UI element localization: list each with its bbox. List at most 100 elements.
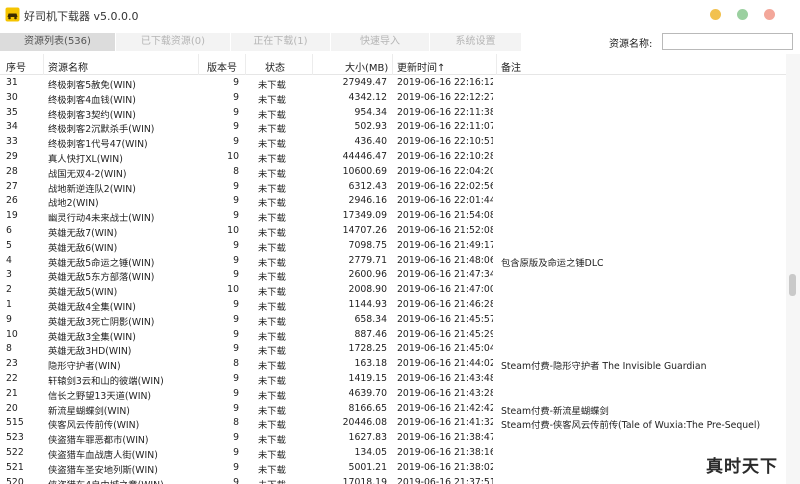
column-header-name[interactable]: 资源名称 [48, 59, 88, 74]
table-row[interactable]: 26 战地2(WIN) 9 未下载 2946.16 2019-06-16 22:01:44 [0, 194, 786, 209]
column-divider [245, 54, 246, 75]
cell-status: 未下载 [258, 168, 286, 180]
resource-table: 序号 资源名称 版本号 状态 大小(MB) 更新时间↑ 备注 31 终极刺客5赦免… [0, 54, 786, 484]
tab-downloading[interactable]: 正在下载(1) [231, 33, 331, 51]
cell-version: 10 [227, 284, 239, 296]
maximize-button[interactable] [737, 9, 748, 20]
cell-version: 9 [233, 195, 239, 207]
table-row[interactable]: 34 终极刺客2沉默杀手(WIN) 9 未下载 502.93 2019-06-16 22:… [0, 120, 786, 135]
cell-version: 9 [233, 136, 239, 148]
cell-id: 30 [6, 91, 18, 103]
cell-name: 新流星蝴蝶剑(WIN) [48, 405, 130, 417]
table-row[interactable]: 21 信长之野望13天道(WIN) 9 未下载 4639.70 2019-06-16 21… [0, 387, 786, 402]
cell-updated: 2019-06-16 22:12:27 [397, 91, 493, 103]
column-header-version[interactable]: 版本号 [207, 59, 237, 74]
cell-name: 终极刺客4血钱(WIN) [48, 94, 136, 106]
table-row[interactable]: 515 侠客风云传前传(WIN) 8 未下载 20446.08 2019-06-16 21… [0, 416, 786, 431]
cell-updated: 2019-06-16 22:02:56 [397, 180, 493, 192]
cell-name: 英雄无敌5命运之锤(WIN) [48, 257, 155, 269]
cell-status: 未下载 [258, 183, 286, 195]
cell-name: 轩辕剑3云和山的彼端(WIN) [48, 375, 164, 387]
table-row[interactable]: 6 英雄无敌7(WIN) 10 未下载 14707.26 2019-06-16 21:52… [0, 224, 786, 239]
resource-name-input[interactable] [662, 33, 793, 50]
cell-id: 21 [6, 387, 18, 399]
table-row[interactable]: 35 终极刺客3契约(WIN) 9 未下载 954.34 2019-06-16 22:11… [0, 106, 786, 121]
cell-status: 未下载 [258, 331, 286, 343]
table-row[interactable]: 520 侠盗猎车4自由城之章(WIN) 9 未下载 17018.19 2019-06-16… [0, 476, 786, 484]
table-row[interactable]: 5 英雄无敌6(WIN) 9 未下载 7098.75 2019-06-16 21:49:1… [0, 239, 786, 254]
cell-name: 隐形守护者(WIN) [48, 361, 121, 373]
column-header-status[interactable]: 状态 [265, 59, 285, 74]
vertical-scrollbar[interactable] [786, 54, 800, 484]
cell-version: 9 [233, 402, 239, 414]
table-row[interactable]: 10 英雄无敌3全集(WIN) 9 未下载 887.46 2019-06-16 21:45… [0, 328, 786, 343]
column-divider [392, 54, 393, 75]
table-row[interactable]: 22 轩辕剑3云和山的彼端(WIN) 9 未下载 1419.15 2019-06-16 2… [0, 372, 786, 387]
column-header-note[interactable]: 备注 [501, 59, 521, 74]
table-row[interactable]: 33 终极刺客1代号47(WIN) 9 未下载 436.40 2019-06-16 22:… [0, 135, 786, 150]
minimize-button[interactable] [710, 9, 721, 20]
cell-name: 真人快打XL(WIN) [48, 153, 123, 165]
table-row[interactable]: 1 英雄无敌4全集(WIN) 9 未下载 1144.93 2019-06-16 21:46… [0, 298, 786, 313]
scrollbar-thumb[interactable] [789, 274, 796, 296]
cell-status: 未下载 [258, 213, 286, 225]
table-row[interactable]: 4 英雄无敌5命运之锤(WIN) 9 未下载 2779.71 2019-06-16 21:… [0, 254, 786, 269]
cell-size: 2779.71 [348, 254, 387, 266]
table-row[interactable]: 521 侠盗猎车圣安地列斯(WIN) 9 未下载 5001.21 2019-06-16 2… [0, 461, 786, 476]
table-row[interactable]: 31 终极刺客5赦免(WIN) 9 未下载 27949.47 2019-06-16 22:… [0, 76, 786, 91]
car-logo-icon [5, 7, 20, 22]
cell-version: 9 [233, 476, 239, 484]
cell-size: 2008.90 [348, 284, 387, 296]
table-row[interactable]: 29 真人快打XL(WIN) 10 未下载 44446.47 2019-06-16 22:… [0, 150, 786, 165]
cell-version: 9 [233, 328, 239, 340]
cell-version: 9 [233, 446, 239, 458]
column-header-id[interactable]: 序号 [6, 59, 26, 74]
table-row[interactable]: 8 英雄无敌3HD(WIN) 9 未下载 1728.25 2019-06-16 21:45… [0, 342, 786, 357]
watermark-logo-text: 真时天下 [706, 457, 778, 477]
table-row[interactable]: 23 隐形守护者(WIN) 8 未下载 163.18 2019-06-16 21:44:0… [0, 357, 786, 372]
table-row[interactable]: 522 侠盗猎车血战唐人街(WIN) 9 未下载 134.05 2019-06-16 21… [0, 446, 786, 461]
cell-name: 战国无双4-2(WIN) [48, 168, 127, 180]
cell-id: 515 [6, 417, 24, 429]
cell-id: 19 [6, 210, 18, 222]
table-row[interactable]: 3 英雄无敌5东方部落(WIN) 9 未下载 2600.96 2019-06-16 21:… [0, 268, 786, 283]
cell-updated: 2019-06-16 21:48:06 [397, 254, 493, 266]
tab-quick-import[interactable]: 快速导入 [331, 33, 430, 51]
close-button[interactable] [764, 9, 775, 20]
cell-updated: 2019-06-16 21:52:08 [397, 224, 493, 236]
tab-resource-list[interactable]: 资源列表(536) [0, 33, 116, 51]
table-row[interactable]: 523 侠盗猎车罪恶都市(WIN) 9 未下载 1627.83 2019-06-16 21… [0, 431, 786, 446]
cell-name: 侠盗猎车4自由城之章(WIN) [48, 477, 198, 484]
cell-name: 英雄无敌3全集(WIN) [48, 331, 136, 343]
cell-name: 英雄无敌3死亡阴影(WIN) [48, 316, 155, 328]
cell-size: 27949.47 [342, 77, 387, 88]
column-header-updated[interactable]: 更新时间↑ [397, 59, 445, 74]
table-row[interactable]: 20 新流星蝴蝶剑(WIN) 9 未下载 8166.65 2019-06-16 21:42… [0, 402, 786, 417]
cell-size: 887.46 [354, 328, 387, 340]
cell-version: 9 [233, 121, 239, 133]
cell-updated: 2019-06-16 22:01:44 [397, 195, 493, 207]
cell-name: 侠盗猎车圣安地列斯(WIN) [48, 464, 158, 476]
cell-id: 27 [6, 180, 18, 192]
cell-id: 33 [6, 136, 18, 148]
cell-id: 2 [6, 284, 12, 296]
tab-downloaded[interactable]: 已下载资源(0) [116, 33, 231, 51]
cell-updated: 2019-06-16 21:45:04 [397, 343, 493, 355]
cell-id: 5 [6, 239, 12, 251]
cell-note: 包含原版及命运之锤DLC [501, 257, 604, 269]
cell-updated: 2019-06-16 21:41:32 [397, 417, 493, 429]
cell-id: 3 [6, 269, 12, 281]
cell-status: 未下载 [258, 227, 286, 239]
table-row[interactable]: 9 英雄无敌3死亡阴影(WIN) 9 未下载 658.34 2019-06-16 21:4… [0, 313, 786, 328]
table-row[interactable]: 27 战地新逆连队2(WIN) 9 未下载 6312.43 2019-06-16 22:0… [0, 180, 786, 195]
table-row[interactable]: 28 战国无双4-2(WIN) 8 未下载 10600.69 2019-06-16 22:… [0, 165, 786, 180]
cell-name: 英雄无敌7(WIN) [48, 227, 118, 239]
column-header-size[interactable]: 大小(MB) [345, 59, 388, 74]
table-row[interactable]: 19 幽灵行动4未来战士(WIN) 9 未下载 17349.09 2019-06-16 2… [0, 209, 786, 224]
table-row[interactable]: 30 终极刺客4血钱(WIN) 9 未下载 4342.12 2019-06-16 22:1… [0, 91, 786, 106]
cell-status: 未下载 [258, 464, 286, 476]
tab-settings[interactable]: 系统设置 [430, 33, 522, 51]
table-row[interactable]: 2 英雄无敌5(WIN) 10 未下载 2008.90 2019-06-16 21:47:… [0, 283, 786, 298]
cell-note: Steam付费-侠客风云传前传(Tale of Wuxia:The Pre-Se… [501, 420, 761, 432]
cell-id: 29 [6, 150, 18, 162]
